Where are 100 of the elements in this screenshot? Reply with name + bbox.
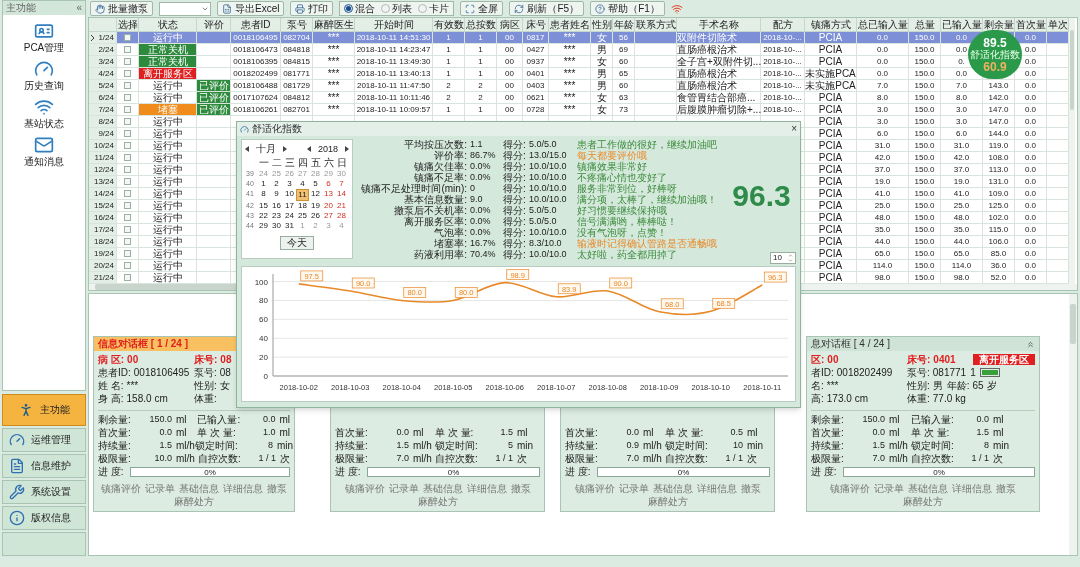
row-number: 1/24 [98,33,114,42]
field-value: 1 / 1 [257,454,276,463]
field-label: 进 度: [811,467,838,477]
field-value: 0.9 [625,441,639,450]
tick-label: 20 [259,353,268,363]
unit-label: cm [154,393,168,404]
status-text: 运行中 [152,248,183,259]
status-text: 运行中 [152,80,183,91]
field-label: 泵号: [907,367,930,378]
status-text: 运行中 [152,32,183,43]
field-label: 区: [811,354,825,365]
metric-value: 1.1 [469,140,484,149]
field-value: 00 [127,354,139,365]
row-number: 7/24 [98,105,114,114]
status-text: 运行中 [152,116,183,127]
card-title: 息对话框 [ 4 / 24 ] [811,339,890,349]
row-number: 12/24 [93,165,114,174]
unit-label: ml [993,414,1004,425]
field-label: 进 度: [565,467,592,477]
metric-value: 0 [469,184,476,193]
progress-text: 0% [932,468,946,476]
field-label: 已输入量: [911,414,955,425]
field-label: 性别: [194,380,217,391]
unit-label: ml/h [643,453,662,464]
tick-label: 80 [259,296,268,306]
unit-label: ml/h [413,453,432,464]
unit-label: 次 [993,453,1003,464]
field-label: 单 次 量: [911,427,951,438]
field-label: 自控次数: [665,453,709,464]
status-text: 离开服务区 [142,68,193,79]
metric-comment: 服务非常到位，好棒呀 [577,183,677,194]
field-value: 0.0 [871,428,885,437]
metric-score: 8.3/10.0 [529,239,563,248]
row-number: 18/24 [93,237,114,246]
status-text: 堵塞 [157,104,178,115]
metric-value: 0.0% [469,173,492,182]
unit-label: ml/h [643,440,662,451]
field-label: 身 高: [98,393,124,404]
metric-label: 镇痛不足处理时间(min): [360,183,467,194]
field-value: 1.5 [395,441,409,450]
unit-label: 岁 [986,380,997,391]
field-label: 首次量: [98,427,132,438]
tick-label: 40 [259,334,268,344]
metric-score: 5.0/5.0 [529,217,558,226]
unit-label: ml [993,427,1004,438]
row-number: 3/24 [98,57,114,66]
row-number: 6/24 [98,93,114,102]
unit-label: ml/h [889,453,908,464]
metric-label: 离开服务区率: [404,216,467,227]
field-label: 自控次数: [911,453,955,464]
row-number: 8/24 [98,117,114,126]
row-number: 16/24 [93,213,114,222]
unit-label: ml [889,427,900,438]
field-value: 0.0 [975,415,989,424]
metric-score: 10.0/10.0 [529,250,568,259]
row-number: 4/24 [98,69,114,78]
row-number: 19/24 [93,249,114,258]
field-label: 者ID: [811,367,834,378]
field-value: 1.5 [499,428,513,437]
score-label: 得分: [503,238,527,249]
metric-value: 86.7% [469,151,497,160]
status-text: 运行中 [152,140,183,151]
calendar-year: 2018 [318,144,338,154]
field-label: 剩余量: [98,414,132,425]
metric-comment: 没有气泡呀，点赞！ [577,227,668,238]
field-value: 00 [827,354,839,365]
field-label: 持续量: [335,440,369,451]
status-text: 正常关机 [147,44,188,55]
field-label: 体重: [194,393,217,404]
field-label: 泵号: [194,367,217,378]
unit-label: min [517,440,534,451]
field-value: 150.0 [861,415,885,424]
field-value: 0.0 [625,428,639,437]
metric-label: 平均按压次数: [403,139,467,150]
field-label: 首次量: [811,427,845,438]
field-value: 7.0 [625,454,639,463]
field-value: 081771 [932,367,967,378]
field-value: 1 [970,367,976,378]
field-label: 持续量: [565,440,599,451]
unit-label: ml/h [176,440,195,451]
field-value: 1.5 [975,428,989,437]
metric-label: 镇痛欠佳率: [413,161,467,172]
field-label: 病 区: [98,354,125,365]
sidebar-title: 主功能 [6,3,36,13]
progress-text: 0% [676,468,691,476]
field-value: 158.0 [126,393,152,404]
unit-label: ml [176,414,187,425]
metric-score: 10.0/10.0 [529,162,568,171]
score-label: 得分: [503,139,527,150]
metric-comment: 镇痛效果非常好 [577,161,647,172]
unit-label: min [993,440,1010,451]
unit-label: 次 [280,453,290,464]
field-label: 年龄: [946,380,970,391]
field-label: 极限量: [565,453,599,464]
field-label: 名: [811,380,824,391]
field-label: 进 度: [98,467,125,477]
field-value: 8 [983,441,989,450]
field-value: 0018202499 [836,367,893,378]
field-value: *** [126,380,139,391]
progress-text: 0% [446,468,461,476]
